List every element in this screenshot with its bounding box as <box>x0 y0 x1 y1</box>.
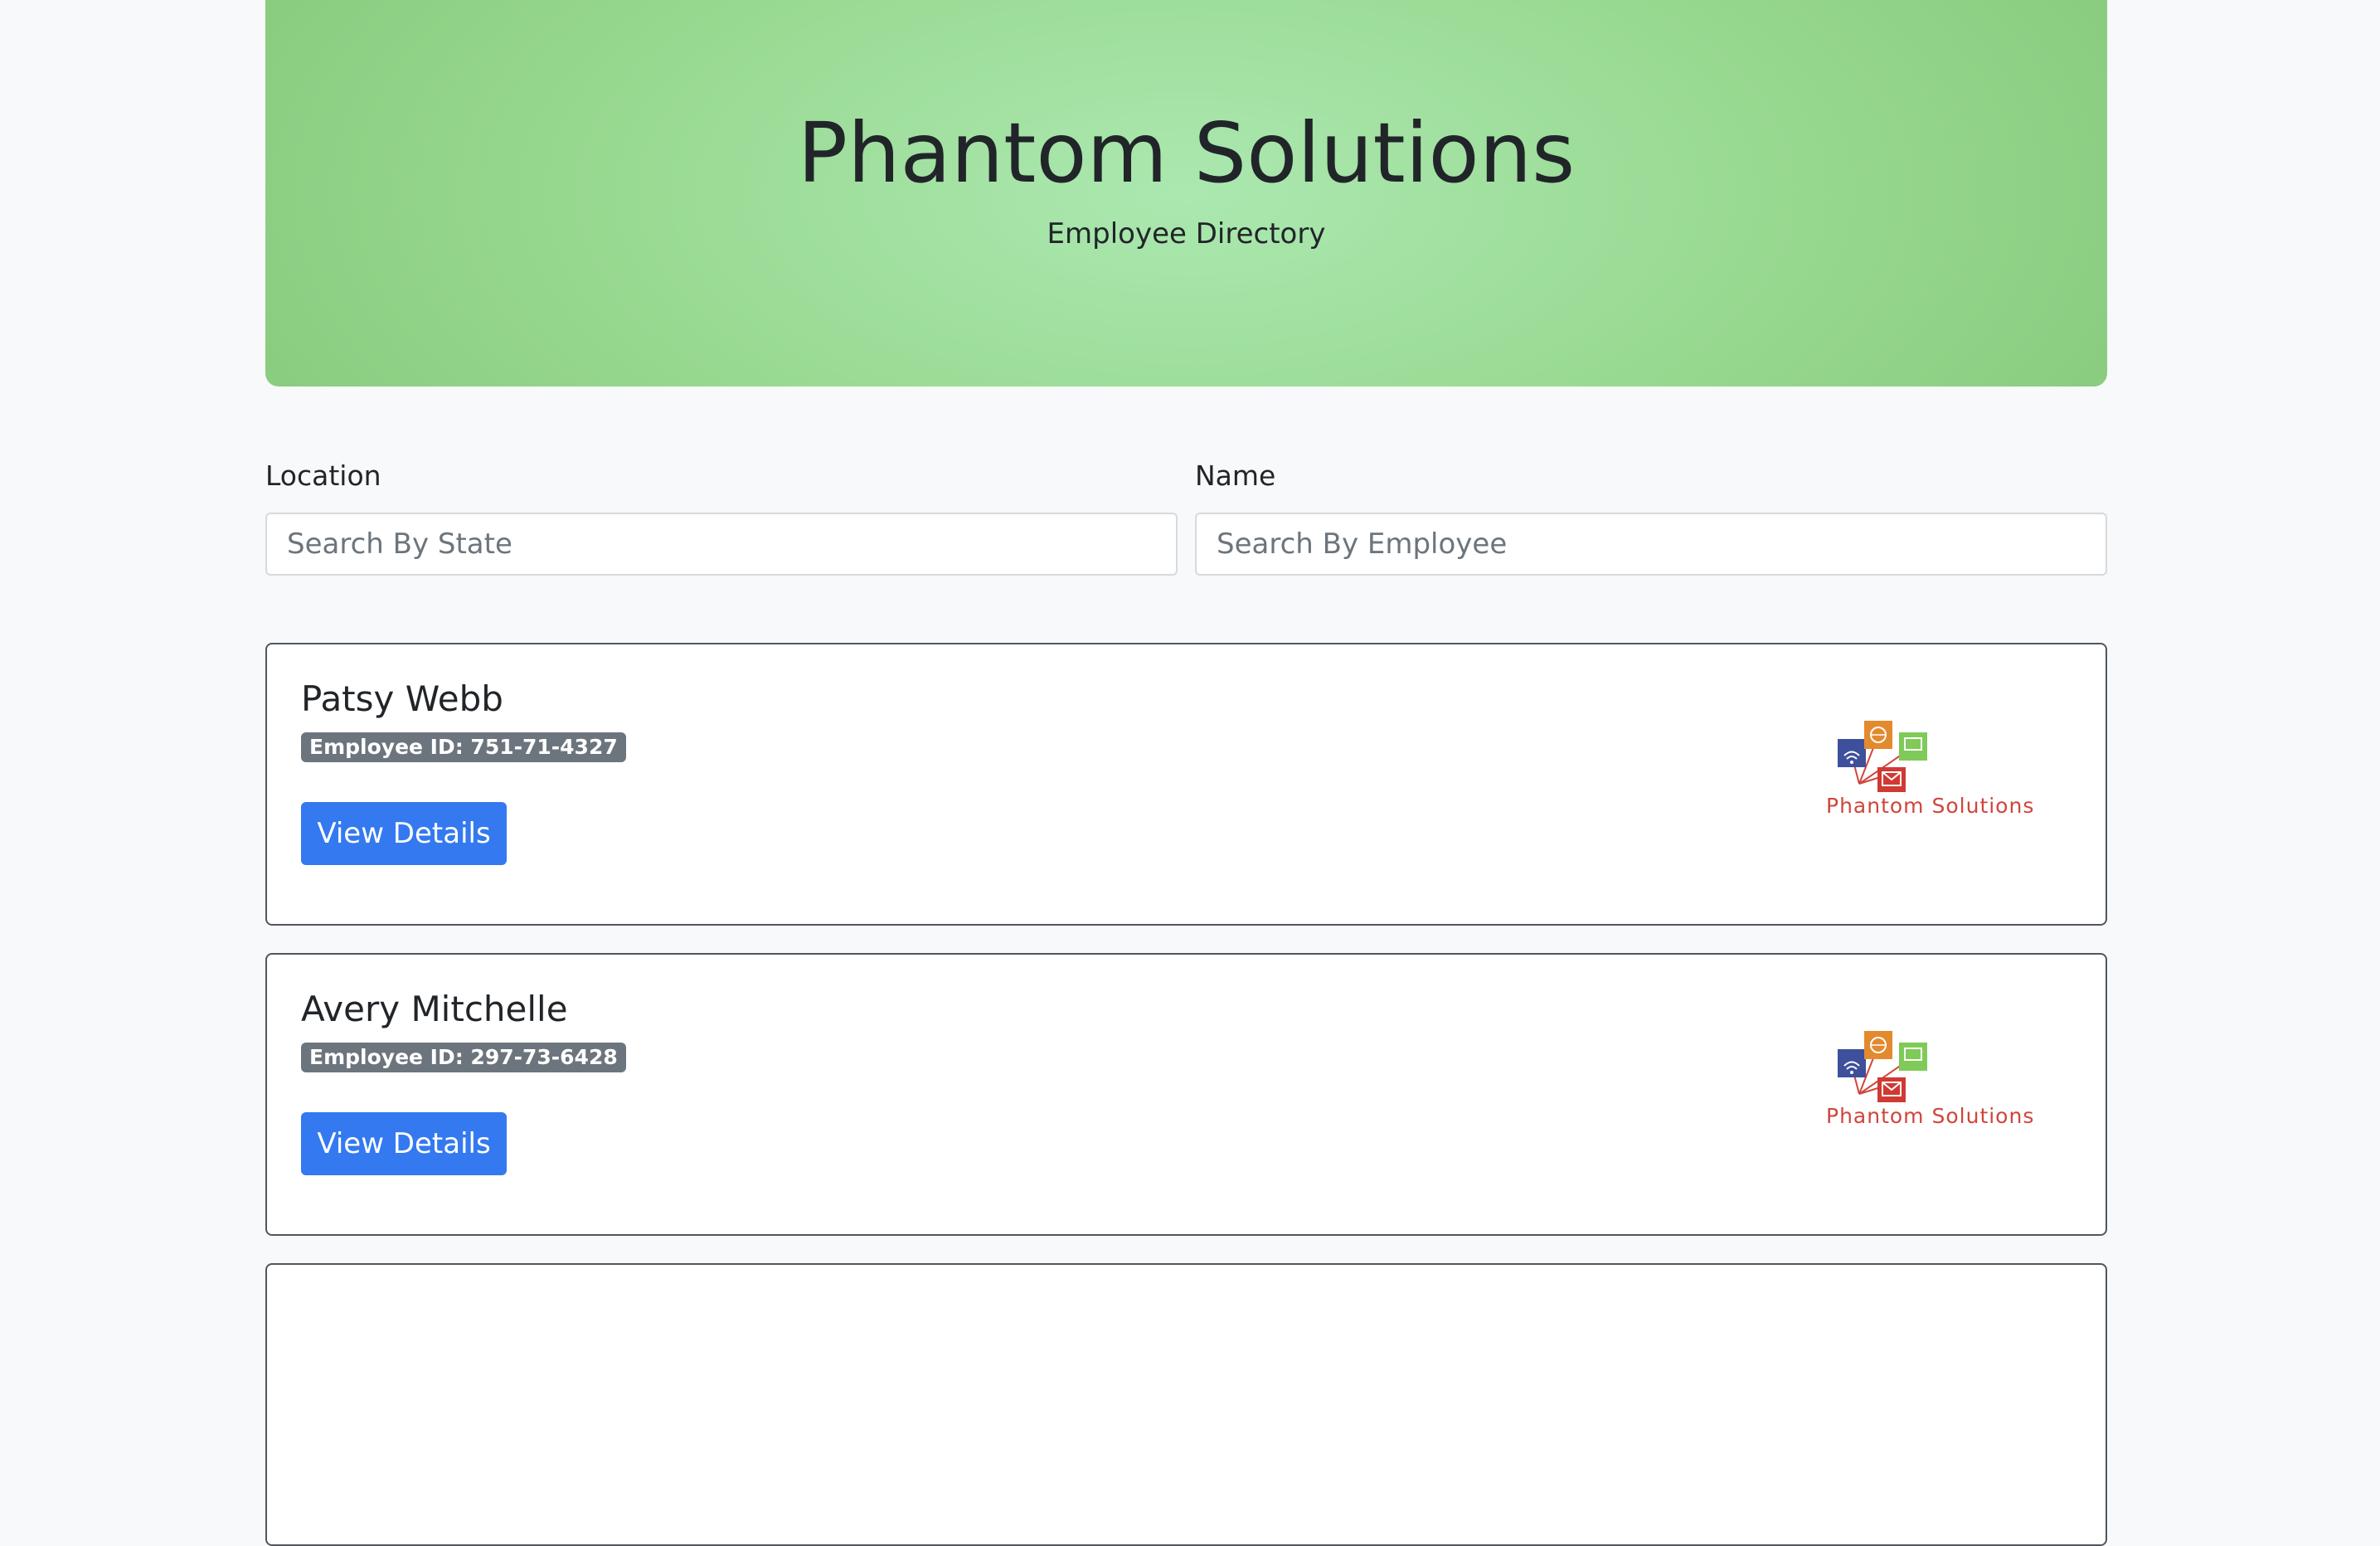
location-search-input[interactable] <box>265 513 1178 576</box>
employee-name: Avery Mitchelle <box>301 989 568 1029</box>
hero-banner: Phantom Solutions Employee Directory <box>265 0 2107 386</box>
view-details-button[interactable]: View Details <box>301 1112 507 1175</box>
page-title: Phantom Solutions <box>797 105 1576 202</box>
employee-name: Patsy Webb <box>301 678 503 719</box>
logo-text: Phantom Solutions <box>1826 794 2035 818</box>
logo-text: Phantom Solutions <box>1826 1104 2035 1128</box>
employee-card: Patsy Webb Employee ID: 751-71-4327 View… <box>265 643 2107 926</box>
page-subtitle: Employee Directory <box>1047 217 1326 250</box>
employee-card: Avery Mitchelle Employee ID: 297-73-6428… <box>265 953 2107 1236</box>
phantom-solutions-logo-icon: Phantom Solutions <box>1826 719 2042 827</box>
phantom-solutions-logo-icon: Phantom Solutions <box>1826 1029 2042 1137</box>
view-details-button[interactable]: View Details <box>301 802 507 865</box>
location-label: Location <box>265 459 381 492</box>
employee-search-input[interactable] <box>1195 513 2107 576</box>
name-filter: Name <box>1195 458 2107 576</box>
employee-id-badge: Employee ID: 751-71-4327 <box>301 732 626 762</box>
name-label: Name <box>1195 459 1276 492</box>
employee-id-badge: Employee ID: 297-73-6428 <box>301 1043 626 1072</box>
employee-card <box>265 1263 2107 1546</box>
location-filter: Location <box>265 458 1178 576</box>
